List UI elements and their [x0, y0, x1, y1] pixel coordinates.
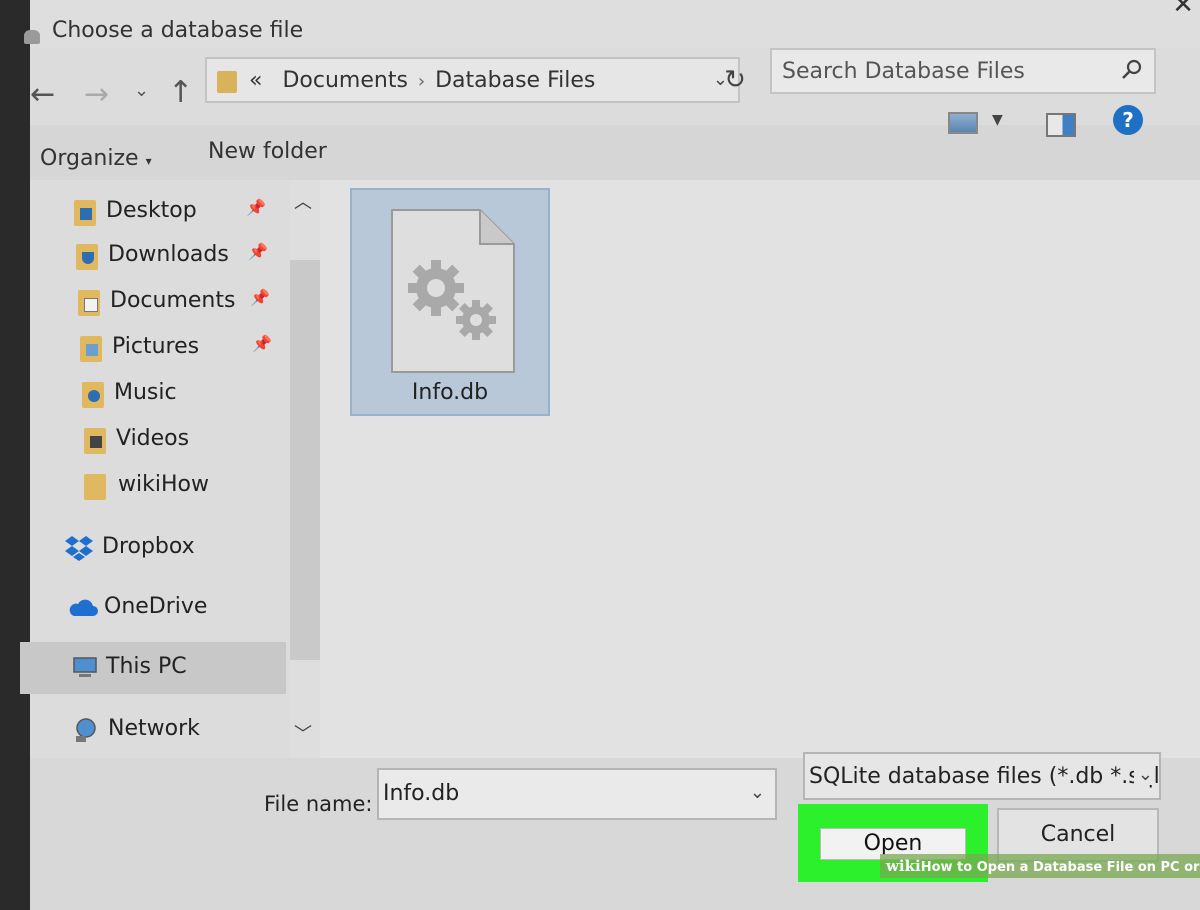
file-list: Info.db: [320, 180, 1200, 758]
caret-down-icon: ▾: [145, 154, 152, 168]
file-item[interactable]: Info.db: [350, 188, 550, 416]
arrow-left-icon[interactable]: ←: [30, 80, 55, 110]
file-name-bar: File name: ⌄ SQLite database files (*.db…: [30, 752, 1200, 910]
watermark-text: How to Open a Database File on PC or Mac: [920, 860, 1200, 875]
pictures-folder-icon: [80, 336, 102, 362]
arrow-right-icon[interactable]: →: [84, 80, 109, 110]
sidebar-item-label: OneDrive: [104, 594, 208, 619]
scroll-thumb[interactable]: [290, 260, 320, 660]
open-file-dialog: Choose a database file ✕ ← → ⌄ ↑ « Docume…: [20, 0, 1200, 910]
pin-icon[interactable]: 📌: [252, 334, 272, 353]
folder-icon: [217, 71, 237, 93]
chevron-down-icon[interactable]: ⌄: [134, 82, 149, 100]
dialog-title: Choose a database file: [52, 18, 304, 43]
preview-pane-icon[interactable]: [1046, 113, 1076, 137]
sidebar-item-label: This PC: [106, 654, 187, 679]
breadcrumb-documents[interactable]: Documents: [282, 68, 407, 93]
view-options-caret-icon[interactable]: ▼: [992, 112, 1003, 128]
sidebar-item-label: Dropbox: [102, 534, 195, 559]
sidebar-item-network[interactable]: Network: [30, 710, 280, 750]
folder-icon: [84, 474, 106, 500]
arrow-up-icon[interactable]: ↑: [168, 78, 193, 108]
new-folder-button[interactable]: New folder: [208, 139, 327, 164]
change-view-icon[interactable]: [948, 112, 978, 134]
videos-folder-icon: [84, 428, 106, 454]
sidebar-item-label: Downloads: [108, 242, 229, 267]
settings-file-icon: [390, 208, 516, 378]
navigation-pane: Desktop 📌 Downloads 📌 Documents 📌 Pictur…: [20, 180, 290, 758]
sidebar-item-label: Music: [114, 380, 177, 405]
sidebar-item-label: Network: [108, 716, 200, 741]
sidebar-item-label: Videos: [116, 426, 190, 451]
sidebar-item-videos[interactable]: Videos: [30, 420, 280, 460]
close-icon[interactable]: ✕: [1172, 0, 1194, 20]
chevron-down-icon[interactable]: ⌄: [750, 782, 765, 803]
chevron-down-icon[interactable]: ⌄: [1133, 764, 1153, 785]
sidebar-item-label: Documents: [110, 288, 236, 313]
breadcrumb-database-files[interactable]: Database Files: [435, 68, 595, 93]
sidebar-item-pictures[interactable]: Pictures 📌: [30, 328, 280, 368]
sidebar-item-onedrive[interactable]: OneDrive: [30, 588, 280, 628]
address-bar[interactable]: «Documents › Database Files ⌄: [205, 57, 740, 103]
organize-button[interactable]: Organize ▾: [40, 146, 152, 171]
network-icon: [72, 716, 100, 748]
sidebar-scrollbar[interactable]: ︿ ﹀: [290, 180, 320, 758]
search-input[interactable]: [782, 56, 1102, 86]
chevron-right-icon[interactable]: ›: [418, 71, 425, 92]
sidebar-item-label: Pictures: [112, 334, 200, 359]
pin-icon[interactable]: 📌: [248, 242, 268, 261]
file-name-label: File name:: [264, 792, 373, 816]
downloads-folder-icon: [76, 244, 98, 270]
watermark-banner: wikiHow to Open a Database File on PC or…: [880, 854, 1200, 878]
music-folder-icon: [82, 382, 104, 408]
file-type-value: SQLite database files (*.db *.sql: [809, 764, 1160, 789]
dropbox-icon: [64, 534, 94, 566]
onedrive-icon: [66, 598, 98, 622]
search-icon[interactable]: [1120, 58, 1144, 86]
sidebar-item-desktop[interactable]: Desktop 📌: [30, 192, 280, 232]
pin-icon[interactable]: 📌: [246, 198, 266, 217]
breadcrumb: « Documents › Database Files: [249, 68, 595, 93]
help-icon[interactable]: ?: [1113, 105, 1143, 135]
search-box[interactable]: [770, 48, 1156, 94]
file-name: Info.db: [411, 380, 489, 405]
chevron-down-icon[interactable]: ﹀: [294, 720, 312, 746]
sidebar-item-this-pc[interactable]: This PC: [20, 642, 286, 694]
desktop-folder-icon: [74, 200, 96, 226]
sidebar-item-dropbox[interactable]: Dropbox: [30, 528, 280, 568]
sidebar-item-music[interactable]: Music: [30, 374, 280, 414]
pin-icon[interactable]: 📌: [250, 288, 270, 307]
sidebar-item-wikihow[interactable]: wikiHow: [30, 466, 280, 506]
sidebar-item-downloads[interactable]: Downloads 📌: [30, 236, 280, 276]
breadcrumb-overflow[interactable]: «: [249, 68, 262, 93]
command-bar: Organize ▾ New folder ▼ ?: [30, 105, 1200, 180]
chevron-up-icon[interactable]: ︿: [294, 188, 312, 214]
watermark-brand: wiki: [886, 857, 921, 875]
refresh-icon[interactable]: ↻: [715, 60, 755, 100]
file-name-input[interactable]: [383, 778, 723, 808]
file-type-select[interactable]: SQLite database files (*.db *.sql ⌄: [803, 752, 1161, 800]
documents-folder-icon: [78, 290, 100, 316]
sidebar-item-label: wikiHow: [118, 472, 209, 497]
computer-icon: [72, 656, 98, 684]
organize-label: Organize: [40, 146, 139, 171]
title-bar: Choose a database file ✕: [24, 0, 1200, 48]
background-strip: [0, 0, 30, 910]
sidebar-item-documents[interactable]: Documents 📌: [30, 282, 280, 322]
database-icon: [24, 30, 40, 44]
sidebar-item-label: Desktop: [106, 198, 197, 223]
file-name-combobox[interactable]: ⌄: [377, 768, 777, 820]
